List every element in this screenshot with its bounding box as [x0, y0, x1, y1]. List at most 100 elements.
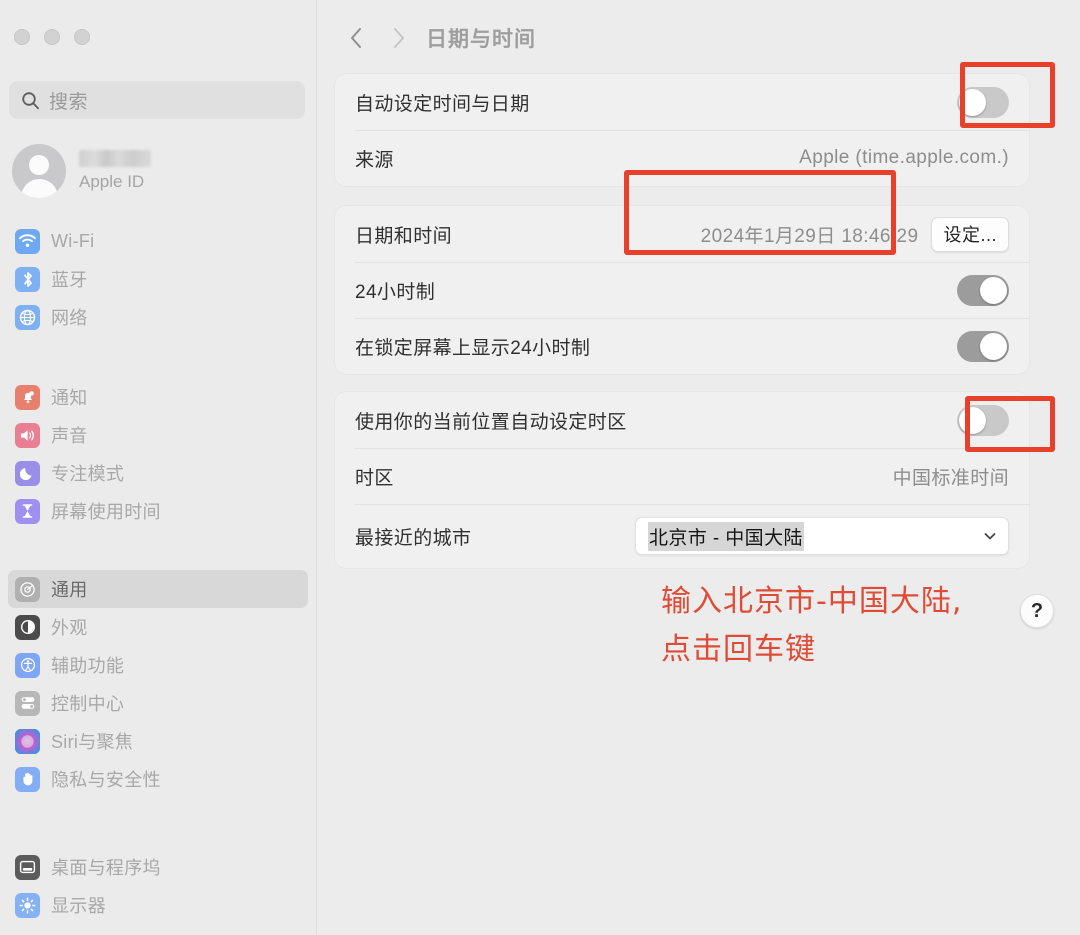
closest-city-combobox[interactable]: 北京市 - 中国大陆 [635, 517, 1009, 555]
bell-icon [15, 384, 40, 410]
24-hour-lock-screen-toggle[interactable] [957, 330, 1009, 362]
sidebar-item-wifi[interactable]: Wi-Fi [8, 222, 308, 260]
row-label: 自动设定时间与日期 [355, 93, 530, 115]
sidebar: 搜索 Apple ID Wi-Fi 蓝牙 网络 通知 声音 专注模式 屏幕使用时… [0, 0, 317, 935]
timezone-card: 使用你的当前位置自动设定时区 时区 中国标准时间 最接近的城市 北京市 - 中国… [335, 392, 1029, 568]
24-hour-toggle[interactable] [957, 274, 1009, 306]
bluetooth-icon [15, 266, 40, 292]
sidebar-item-label: 屏幕使用时间 [51, 502, 161, 522]
sidebar-item-notifications[interactable]: 通知 [8, 378, 308, 416]
sidebar-item-control-center[interactable]: 控制中心 [8, 684, 308, 722]
sidebar-group-network: Wi-Fi 蓝牙 网络 [8, 222, 308, 336]
chevron-right-icon[interactable] [383, 22, 413, 54]
row-auto-set-time: 自动设定时间与日期 [335, 74, 1029, 130]
auto-set-time-toggle[interactable] [957, 86, 1009, 118]
auto-time-card: 自动设定时间与日期 来源 Apple (time.apple.com.) [335, 74, 1029, 186]
apple-id-profile[interactable]: Apple ID [12, 140, 302, 202]
sidebar-item-label: Wi-Fi [51, 230, 95, 251]
row-label: 在锁定屏幕上显示24小时制 [355, 337, 591, 359]
sidebar-item-label: 通用 [51, 580, 88, 600]
sidebar-item-privacy-security[interactable]: 隐私与安全性 [8, 760, 308, 798]
annotation-line-1: 输入北京市-中国大陆, [661, 584, 963, 619]
hand-icon [15, 766, 40, 792]
sidebar-item-bluetooth[interactable]: 蓝牙 [8, 260, 308, 298]
control-center-icon [15, 690, 40, 716]
date-time-value: 2024年1月29日 18:46:29 [700, 225, 919, 247]
moon-icon [15, 460, 40, 486]
sidebar-item-label: 隐私与安全性 [51, 770, 161, 790]
sidebar-item-label: 辅助功能 [51, 656, 125, 676]
content-pane: 日期与时间 自动设定时间与日期 来源 Apple (time.apple.com… [317, 0, 1080, 935]
sidebar-group-system: 通用 外观 辅助功能 控制中心 Siri与聚焦 隐私与安全性 [8, 570, 308, 798]
close-button[interactable] [14, 29, 30, 45]
page-title: 日期与时间 [426, 28, 536, 51]
timezone-value: 中国标准时间 [892, 467, 1009, 489]
set-date-time-button[interactable]: 设定... [931, 216, 1009, 252]
closest-city-value: 北京市 - 中国大陆 [648, 521, 804, 551]
sidebar-item-network[interactable]: 网络 [8, 298, 308, 336]
sidebar-item-displays[interactable]: 显示器 [8, 886, 308, 924]
chevron-down-icon[interactable] [982, 528, 998, 544]
desktop-dock-icon [15, 854, 40, 880]
row-label: 24小时制 [355, 281, 436, 303]
avatar [12, 144, 66, 198]
sidebar-group-desktop: 桌面与程序坞 显示器 [8, 848, 308, 924]
row-time-source: 来源 Apple (time.apple.com.) [335, 130, 1029, 186]
speaker-icon [15, 422, 40, 448]
sidebar-item-screen-time[interactable]: 屏幕使用时间 [8, 492, 308, 530]
row-date-and-time: 日期和时间 2024年1月29日 18:46:29 设定... [335, 206, 1029, 262]
sidebar-item-label: 网络 [51, 308, 88, 328]
chevron-left-icon[interactable] [341, 22, 371, 54]
sidebar-item-label: 通知 [51, 388, 88, 408]
account-name-redacted [79, 150, 151, 167]
brightness-icon [15, 892, 40, 918]
sidebar-item-label: Siri与聚焦 [51, 732, 134, 752]
date-time-card: 日期和时间 2024年1月29日 18:46:29 设定... 24小时制 在锁… [335, 206, 1029, 374]
sidebar-item-label: 显示器 [51, 896, 106, 916]
row-label: 来源 [355, 149, 394, 171]
sidebar-item-label: 外观 [51, 618, 88, 638]
sidebar-item-label: 专注模式 [51, 464, 125, 484]
globe-icon [15, 304, 40, 330]
traffic-light-buttons [14, 29, 90, 45]
row-label: 最接近的城市 [355, 527, 472, 549]
appearance-icon [15, 614, 40, 640]
sidebar-item-focus[interactable]: 专注模式 [8, 454, 308, 492]
sidebar-item-sound[interactable]: 声音 [8, 416, 308, 454]
sidebar-group-alerts: 通知 声音 专注模式 屏幕使用时间 [8, 378, 308, 530]
row-auto-timezone: 使用你的当前位置自动设定时区 [335, 392, 1029, 448]
apple-id-label: Apple ID [79, 172, 145, 191]
auto-timezone-toggle[interactable] [957, 404, 1009, 436]
row-timezone: 时区 中国标准时间 [335, 448, 1029, 504]
row-label: 使用你的当前位置自动设定时区 [355, 411, 627, 433]
accessibility-icon [15, 652, 40, 678]
sidebar-item-label: 桌面与程序坞 [51, 858, 161, 878]
navigation-header: 日期与时间 [341, 20, 536, 56]
row-24-hour: 24小时制 [335, 262, 1029, 318]
row-label: 日期和时间 [355, 225, 453, 247]
row-label: 时区 [355, 467, 394, 489]
search-placeholder: 搜索 [49, 91, 89, 113]
siri-icon [15, 728, 40, 754]
hourglass-icon [15, 498, 40, 524]
row-closest-city: 最接近的城市 北京市 - 中国大陆 [335, 504, 1029, 568]
minimize-button[interactable] [44, 29, 60, 45]
gear-icon [15, 576, 40, 602]
row-24-hour-lock-screen: 在锁定屏幕上显示24小时制 [335, 318, 1029, 374]
sidebar-item-accessibility[interactable]: 辅助功能 [8, 646, 308, 684]
sidebar-item-siri-spotlight[interactable]: Siri与聚焦 [8, 722, 308, 760]
search-icon [21, 91, 40, 110]
search-input[interactable]: 搜索 [9, 81, 305, 119]
sidebar-item-label: 声音 [51, 426, 88, 446]
sidebar-item-label: 蓝牙 [51, 270, 88, 290]
system-settings-window: 搜索 Apple ID Wi-Fi 蓝牙 网络 通知 声音 专注模式 屏幕使用时… [0, 0, 1080, 935]
annotation-line-2: 点击回车键 [661, 632, 816, 667]
sidebar-item-label: 控制中心 [51, 694, 125, 714]
sidebar-item-appearance[interactable]: 外观 [8, 608, 308, 646]
wifi-icon [15, 228, 40, 254]
sidebar-item-desktop-dock[interactable]: 桌面与程序坞 [8, 848, 308, 886]
zoom-button[interactable] [74, 29, 90, 45]
time-source-value: Apple (time.apple.com.) [799, 147, 1009, 168]
help-button[interactable]: ? [1020, 594, 1054, 628]
sidebar-item-general[interactable]: 通用 [8, 570, 308, 608]
